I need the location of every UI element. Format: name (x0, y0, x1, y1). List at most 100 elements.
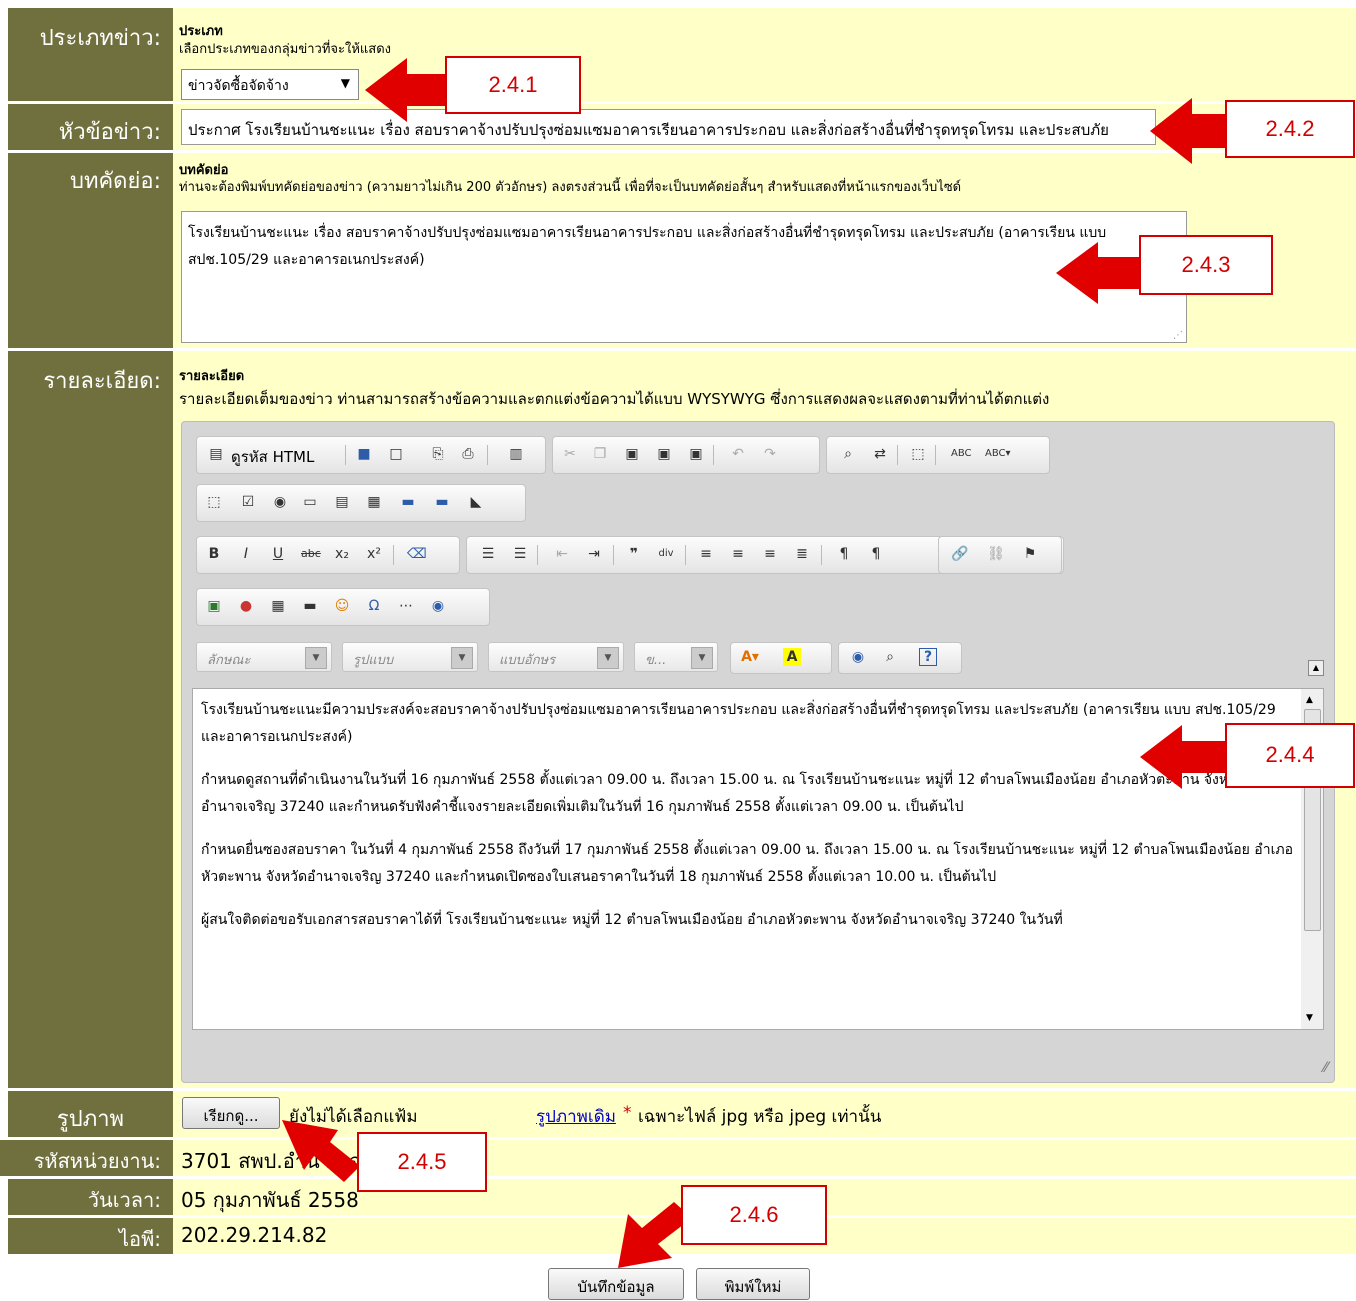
view-source-button[interactable]: ดูรหัส HTML (231, 445, 314, 469)
paste-icon[interactable]: ▣ (623, 445, 641, 463)
print-icon[interactable]: ⎙ (459, 445, 477, 463)
summary-textarea[interactable]: โรงเรียนบ้านชะแนะ เรื่อง สอบราคาจ้างปรับ… (181, 211, 1187, 343)
form-icon[interactable]: ⬚ (205, 493, 223, 511)
source-icon[interactable]: ▤ (207, 445, 225, 463)
callout-label-5: 2.4.5 (357, 1132, 487, 1192)
paste-text-icon[interactable]: ▣ (655, 445, 673, 463)
anchor-icon[interactable]: ⚑ (1021, 545, 1039, 563)
smiley-icon[interactable]: ☺ (333, 597, 351, 615)
font-placeholder: แบบอักษร (499, 653, 556, 668)
special-char-icon[interactable]: Ω (365, 597, 383, 615)
scroll-up-icon[interactable]: ▲ (1306, 695, 1313, 705)
rtl-icon[interactable]: ¶ (867, 545, 885, 563)
date-label: วันเวลา: (8, 1179, 173, 1215)
unit-row: รหัสหน่วยงาน: 3701 สพป.อำนาจเจริญ (0, 1140, 1356, 1176)
chevron-down-icon: ▼ (451, 647, 473, 669)
find-icon[interactable]: ⌕ (839, 445, 857, 463)
summary-hint: ท่านจะต้องพิมพ์บทคัดย่อของข่าว (ความยาวไ… (179, 180, 962, 195)
button-field-icon[interactable]: ▬ (399, 493, 417, 511)
format-dropdown[interactable]: รูปแบบ ▼ (342, 642, 478, 672)
collapse-toolbar-icon[interactable]: ▲ (1308, 660, 1324, 676)
checkbox-icon[interactable]: ☑ (239, 493, 257, 511)
maximize-icon[interactable]: ◉ (849, 648, 867, 666)
page-break-icon[interactable]: ⋯ (397, 597, 415, 615)
paste-word-icon[interactable]: ▣ (687, 445, 705, 463)
spellcheck-icon[interactable]: ABC (951, 445, 972, 463)
ip-value: 202.29.214.82 (181, 1223, 328, 1247)
category-cell: ประเภท เลือกประเภทของกลุ่มข่าวที่จะให้แส… (173, 8, 1356, 101)
ltr-icon[interactable]: ¶ (835, 545, 853, 563)
align-left-icon[interactable]: ≡ (697, 545, 715, 563)
callout-label-3: 2.4.3 (1139, 235, 1273, 295)
horizontal-rule-icon[interactable]: ▬ (301, 597, 319, 615)
image-button-icon[interactable]: ▬ (433, 493, 451, 511)
align-center-icon[interactable]: ≡ (729, 545, 747, 563)
browse-button[interactable]: เรียกดู... (182, 1097, 280, 1129)
toolbar-group-basic: B I U abc x₂ x² ⌫ (196, 536, 460, 574)
superscript-icon[interactable]: x² (365, 545, 383, 563)
styles-dropdown[interactable]: ลักษณะ ▼ (196, 642, 332, 672)
text-color-icon[interactable]: A▾ (741, 648, 759, 666)
link-icon[interactable]: 🔗 (951, 545, 969, 563)
editor-paragraph: กำหนดดูสถานที่ดำเนินงานในวันที่ 16 กุมภา… (201, 772, 1246, 815)
italic-icon[interactable]: I (237, 545, 255, 563)
existing-image-link[interactable]: รูปภาพเดิม (536, 1103, 616, 1130)
required-asterisk: * (623, 1103, 632, 1123)
editor-paragraph: กำหนดยื่นซองสอบราคา ในวันที่ 4 กุมภาพันธ… (201, 842, 1293, 885)
resize-grip-icon[interactable]: ⁄⁄ (1323, 1060, 1328, 1076)
toolbar-group-find: ⌕ ⇄ ⬚ ABC ABC▾ (826, 436, 1050, 474)
headline-input[interactable]: ประกาศ โรงเรียนบ้านชะแนะ เรื่อง สอบราคาจ… (181, 109, 1156, 145)
textarea-icon[interactable]: ▤ (333, 493, 351, 511)
underline-icon[interactable]: U (269, 545, 287, 563)
size-placeholder: ข... (645, 653, 667, 668)
toolbar-group-tools: ◉ ⌕ ? (838, 642, 962, 674)
hidden-field-icon[interactable]: ◣ (467, 493, 485, 511)
undo-icon[interactable]: ↶ (729, 445, 747, 463)
reset-button[interactable]: พิมพ์ใหม่ (696, 1268, 810, 1300)
indent-icon[interactable]: ⇥ (585, 545, 603, 563)
background-color-icon[interactable]: A (783, 648, 801, 666)
save-icon[interactable]: ■ (355, 445, 373, 463)
bulleted-list-icon[interactable]: ☰ (511, 545, 529, 563)
outdent-icon[interactable]: ⇤ (553, 545, 571, 563)
justify-icon[interactable]: ≣ (793, 545, 811, 563)
iframe-icon[interactable]: ◉ (429, 597, 447, 615)
text-field-icon[interactable]: ▭ (301, 493, 319, 511)
subscript-icon[interactable]: x₂ (333, 545, 351, 563)
new-page-icon[interactable]: □ (387, 445, 405, 463)
callout-arrow-3 (1056, 242, 1146, 304)
unlink-icon[interactable]: ⛓ (987, 545, 1005, 563)
strike-icon[interactable]: abc (301, 545, 321, 563)
replace-icon[interactable]: ⇄ (871, 445, 889, 463)
size-dropdown[interactable]: ข... ▼ (634, 642, 718, 672)
copy-icon[interactable]: ❐ (591, 445, 609, 463)
date-value: 05 กุมภาพันธ์ 2558 (181, 1188, 359, 1212)
scroll-down-icon[interactable]: ▼ (1306, 1013, 1313, 1023)
font-dropdown[interactable]: แบบอักษร ▼ (488, 642, 624, 672)
preview-icon[interactable]: ⎘ (429, 445, 447, 463)
spellcheck-as-you-type-icon[interactable]: ABC▾ (985, 445, 1011, 463)
select-all-icon[interactable]: ⬚ (909, 445, 927, 463)
numbered-list-icon[interactable]: ☰ (479, 545, 497, 563)
show-blocks-icon[interactable]: ⌕ (881, 648, 899, 666)
save-button[interactable]: บันทึกข้อมูล (548, 1268, 684, 1300)
div-container-icon[interactable]: div (657, 545, 675, 563)
category-select[interactable]: ข่าวจัดซื้อจัดจ้าง ▼ (181, 69, 359, 100)
blockquote-icon[interactable]: ❞ (625, 545, 643, 563)
bold-icon[interactable]: B (205, 545, 223, 563)
help-icon[interactable]: ? (919, 648, 937, 666)
radio-icon[interactable]: ◉ (271, 493, 289, 511)
summary-label: บทคัดย่อ: (8, 153, 173, 348)
callout-arrow-1 (365, 58, 455, 122)
redo-icon[interactable]: ↷ (761, 445, 779, 463)
cut-icon[interactable]: ✂ (561, 445, 579, 463)
remove-format-icon[interactable]: ⌫ (407, 545, 427, 563)
toolbar-group-insert: ▣ ● ▦ ▬ ☺ Ω ⋯ ◉ (196, 588, 490, 626)
table-icon[interactable]: ▦ (269, 597, 287, 615)
chevron-down-icon: ▼ (597, 647, 619, 669)
flash-icon[interactable]: ● (237, 597, 255, 615)
select-field-icon[interactable]: ▦ (365, 493, 383, 511)
align-right-icon[interactable]: ≡ (761, 545, 779, 563)
image-icon[interactable]: ▣ (205, 597, 223, 615)
templates-icon[interactable]: ▥ (507, 445, 525, 463)
